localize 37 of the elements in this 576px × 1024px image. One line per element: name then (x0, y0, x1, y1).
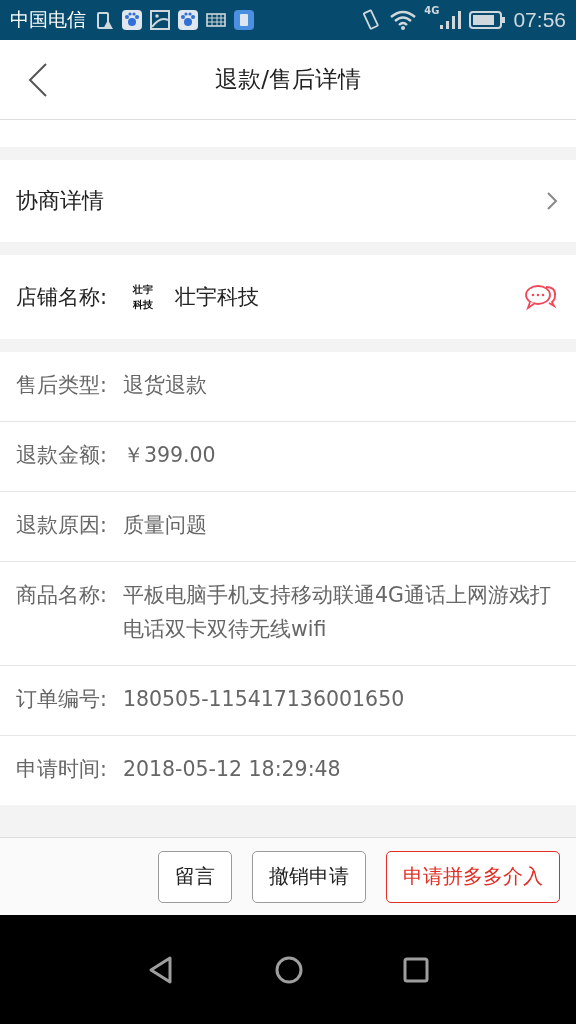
detail-label: 申请时间: (16, 756, 107, 783)
signal-icon (439, 10, 462, 30)
detail-value: 180505-115417136001650 (122, 686, 406, 713)
detail-label: 商品名称: (16, 582, 107, 609)
image-icon (150, 10, 170, 30)
page-title: 退款/售后详情 (215, 65, 361, 94)
clock-time: 07:56 (513, 8, 566, 32)
chevron-icon (546, 191, 558, 211)
detail-label: 售后类型: (16, 372, 107, 399)
shop-label: 店铺名称: (16, 284, 108, 311)
recents-square-icon[interactable] (402, 955, 430, 984)
back-icon[interactable] (28, 63, 48, 97)
negotiation-row[interactable]: 协商详情 (0, 160, 576, 242)
chat-icon[interactable] (524, 284, 558, 310)
detail-label: 退款原因: (16, 512, 107, 539)
sd-card-icon (234, 10, 254, 30)
battery-icon (469, 11, 506, 29)
detail-value: 平板电脑手机支持移动联通4G通话上网游戏打电话双卡双待无线wifi (122, 582, 552, 643)
carrier-name: 中国电信 (10, 7, 86, 32)
wifi-icon (390, 10, 417, 30)
paw-app-icon (178, 10, 198, 30)
sim-alert-icon (96, 10, 114, 30)
action-button[interactable]: 撤销申请 (252, 850, 366, 903)
shop-name: 壮宇科技 (175, 284, 260, 311)
home-circle-icon[interactable] (274, 954, 304, 985)
keyboard-icon (206, 13, 226, 27)
detail-label: 订单编号: (16, 686, 107, 713)
detail-value: 退货退款 (122, 372, 208, 399)
action-button[interactable]: 申请拼多多介入 (386, 850, 560, 903)
shop-logo: 壮宇 科技 (131, 283, 155, 312)
network-type: 4G (424, 5, 440, 16)
action-button[interactable]: 留言 (158, 850, 232, 903)
detail-value: 质量问题 (122, 512, 208, 539)
detail-value: ￥399.00 (122, 442, 217, 469)
detail-label: 退款金额: (16, 442, 107, 469)
detail-value: 2018-05-12 18:29:48 (122, 756, 342, 783)
paw-app-icon (122, 10, 142, 30)
